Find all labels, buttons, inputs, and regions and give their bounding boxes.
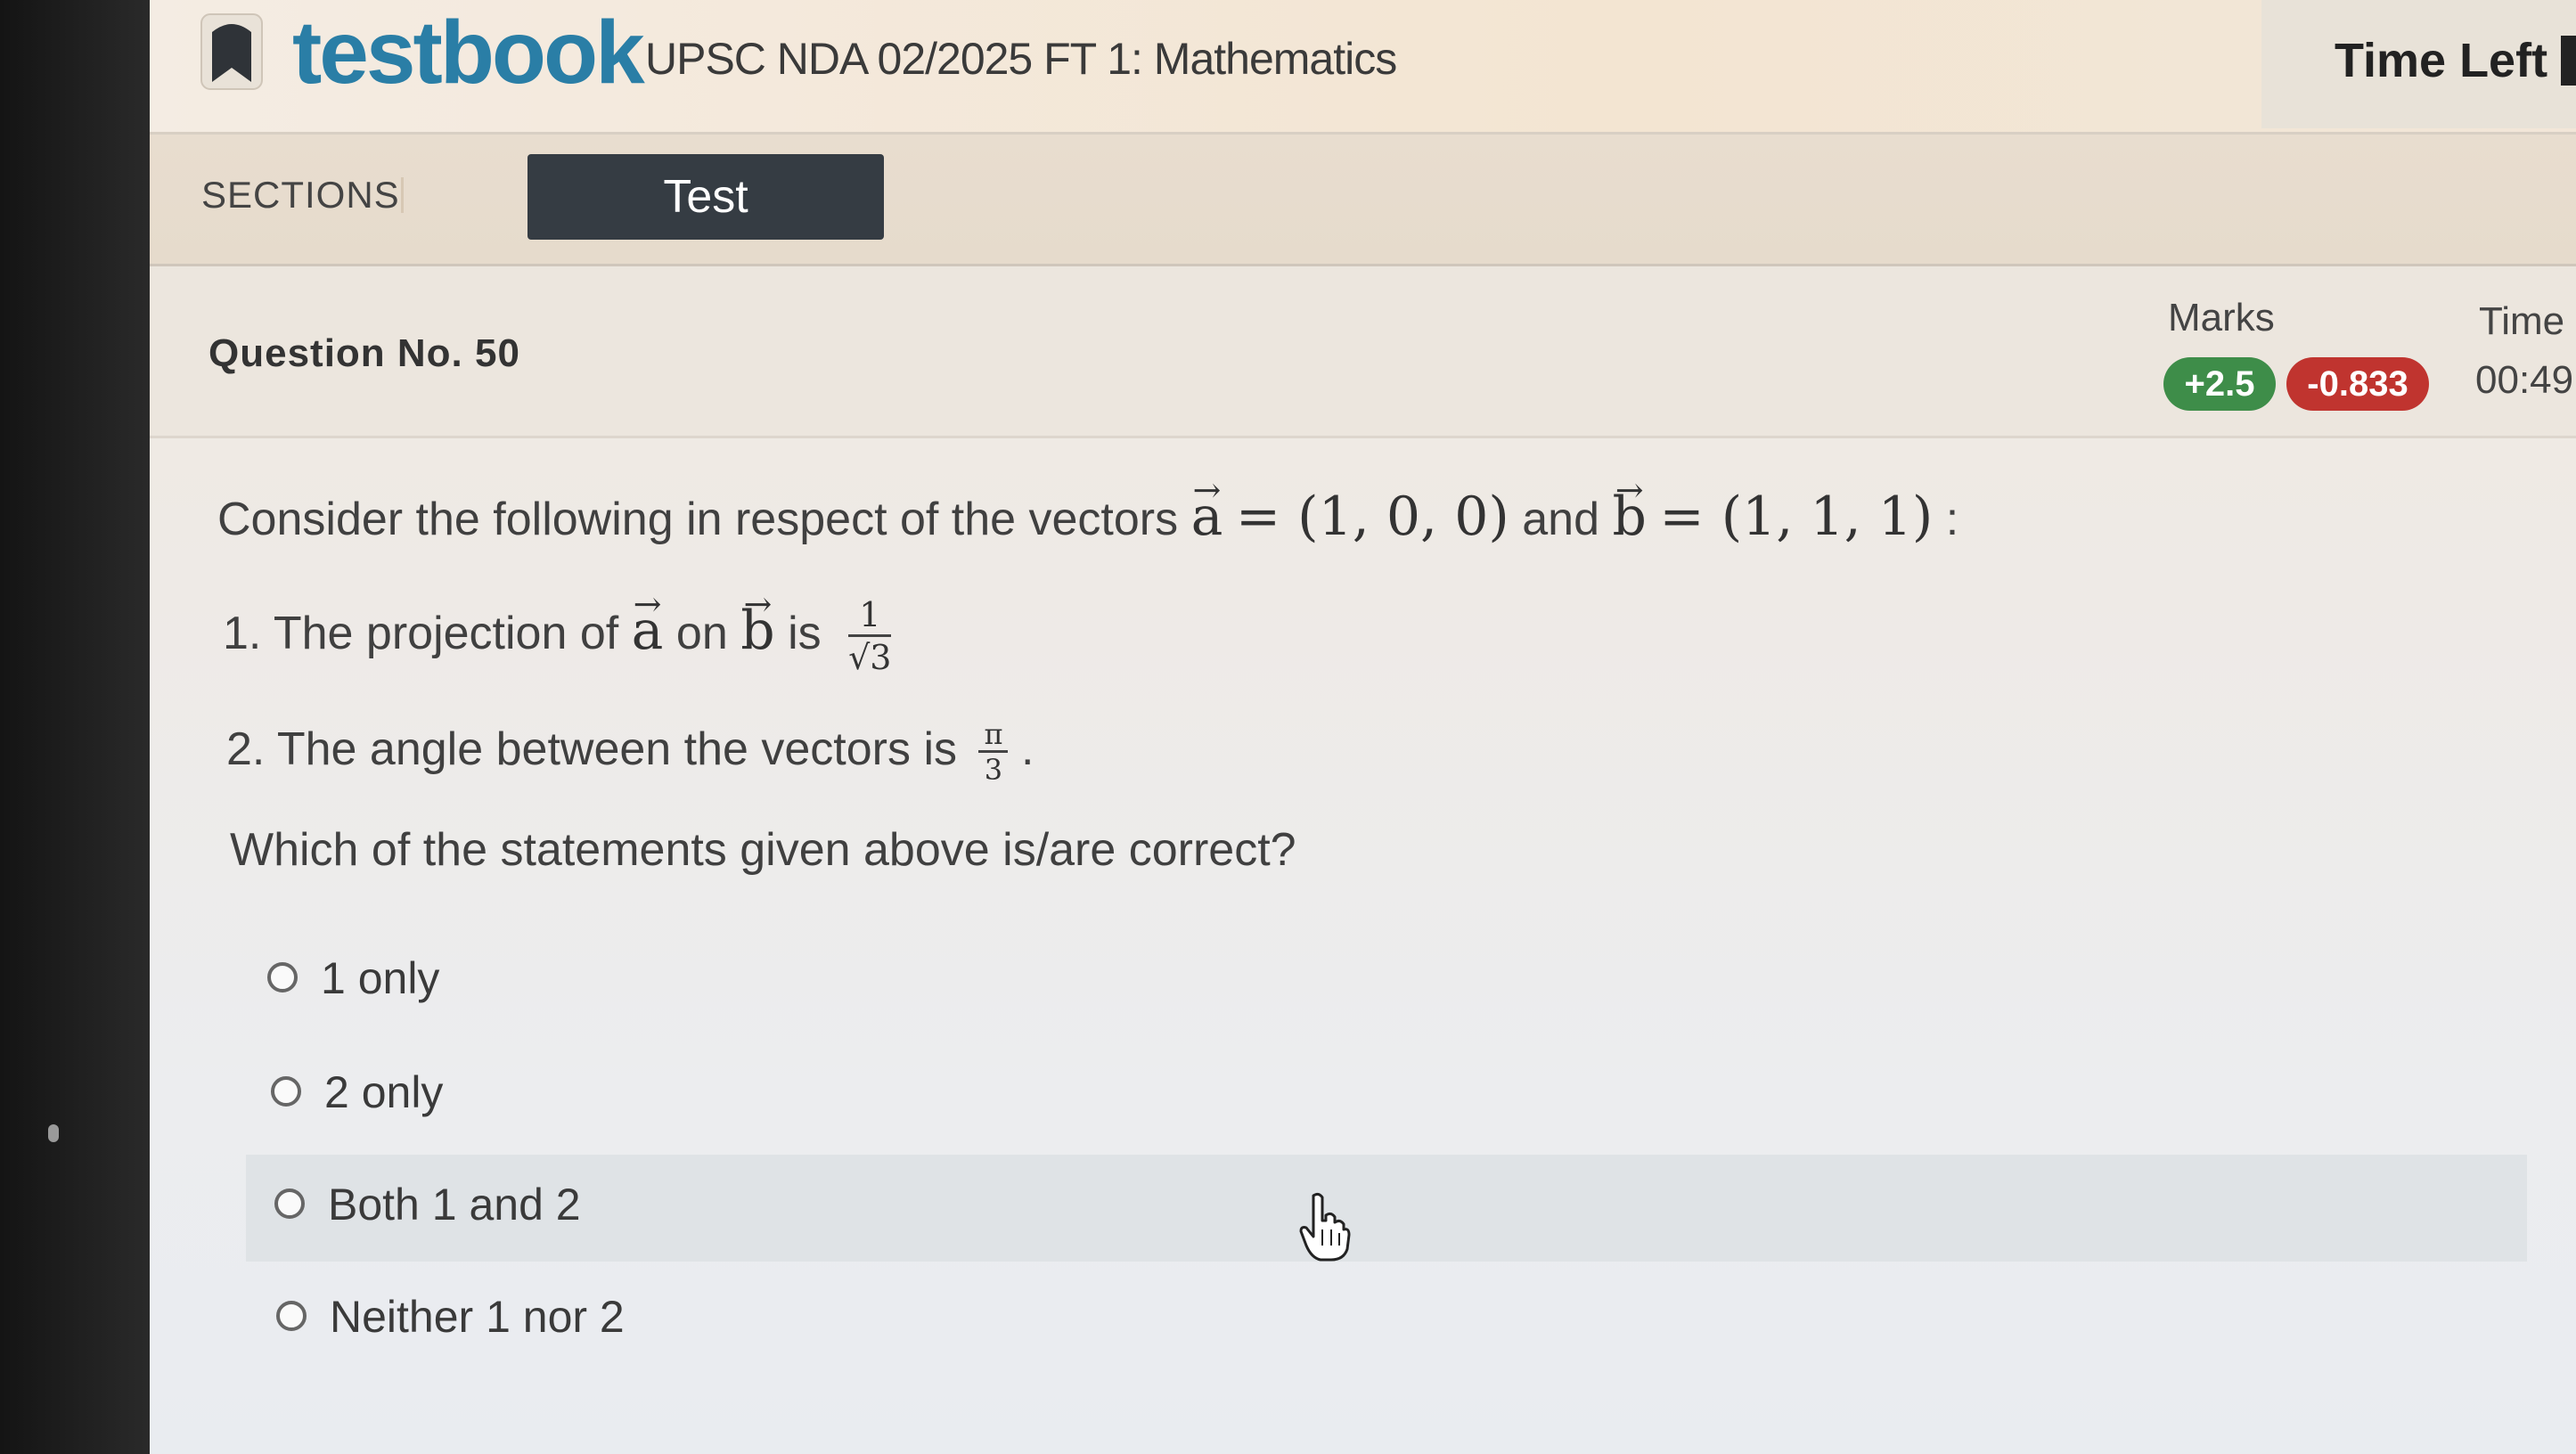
option-3-label: Both 1 and 2 <box>328 1180 581 1229</box>
statement-2: 2. The angle between the vectors is π 3 … <box>226 718 1034 787</box>
question-time-label: Time <box>2479 299 2565 343</box>
question-number: Question No. 50 <box>209 331 520 375</box>
statement-1-on: on <box>675 608 728 660</box>
marks-label: Marks <box>2168 296 2275 339</box>
option-2-label: 2 only <box>324 1067 444 1117</box>
sections-label: SECTIONS <box>201 174 400 216</box>
option-4-label: Neither 1 nor 2 <box>330 1292 625 1342</box>
option-1-radio[interactable] <box>267 962 298 992</box>
angle-fraction: π 3 <box>978 718 1009 787</box>
intro-suffix: : <box>1945 494 1959 545</box>
intro-and: and <box>1522 494 1600 545</box>
fraction-denominator: 3 <box>984 753 1003 787</box>
fraction-numerator: π <box>978 718 1009 753</box>
option-3[interactable]: Both 1 and 2 <box>246 1155 2527 1262</box>
test-screen: testbook UPSC NDA 02/2025 FT 1: Mathemat… <box>150 0 2576 1454</box>
vector-b-symbol: b <box>1612 488 1646 545</box>
negative-marks-badge: -0.833 <box>2286 357 2429 411</box>
question-header: Question No. 50 Marks +2.5 -0.833 Time 0… <box>150 266 2576 438</box>
sections-bar: SECTIONS Test <box>150 135 2576 266</box>
vector-a-symbol: a <box>1191 488 1223 545</box>
option-2[interactable]: 2 only <box>242 1042 2523 1149</box>
projection-fraction: 1 √3 <box>848 595 892 678</box>
question-intro: Consider the following in respect of the… <box>217 488 1959 548</box>
statement-1-is: is <box>788 608 822 660</box>
test-title: UPSC NDA 02/2025 FT 1: Mathematics <box>645 34 1397 84</box>
vector-a-symbol: a <box>632 602 664 659</box>
app-header: testbook UPSC NDA 02/2025 FT 1: Mathemat… <box>150 0 2576 135</box>
fraction-numerator: 1 <box>848 595 892 637</box>
vector-b-definition: = (1, 1, 1) <box>1659 486 1934 548</box>
tab-test[interactable]: Test <box>527 154 884 240</box>
bezel-indicator-light <box>48 1124 59 1142</box>
time-left-indicator <box>2561 36 2576 86</box>
positive-marks-badge: +2.5 <box>2163 357 2276 411</box>
question-time-value: 00:49 <box>2475 358 2574 402</box>
vector-a-definition: = (1, 0, 0) <box>1235 486 1509 548</box>
option-2-radio[interactable] <box>271 1076 301 1107</box>
intro-prefix: Consider the following in respect of the… <box>217 494 1179 545</box>
hand-pointer-icon <box>1299 1192 1351 1262</box>
statement-2-suffix: . <box>1020 723 1034 776</box>
statement-1-prefix: 1. The projection of <box>223 608 619 660</box>
statement-2-prefix: 2. The angle between the vectors is <box>226 723 957 776</box>
fraction-denominator: √3 <box>848 638 892 677</box>
option-4-radio[interactable] <box>276 1301 307 1331</box>
option-1[interactable]: 1 only <box>239 928 2520 1035</box>
sections-divider <box>401 177 404 213</box>
testbook-bookmark-icon <box>200 13 263 90</box>
option-1-label: 1 only <box>321 953 440 1003</box>
option-3-radio[interactable] <box>274 1189 305 1219</box>
option-4[interactable]: Neither 1 nor 2 <box>248 1267 2529 1374</box>
brand-logo-text: testbook <box>292 3 645 102</box>
time-left-label: Time Left <box>2335 34 2548 87</box>
statement-1: 1. The projection of a on b is 1 √3 <box>223 595 892 678</box>
question-prompt: Which of the statements given above is/a… <box>230 824 1296 876</box>
vector-b-symbol: b <box>740 602 774 659</box>
